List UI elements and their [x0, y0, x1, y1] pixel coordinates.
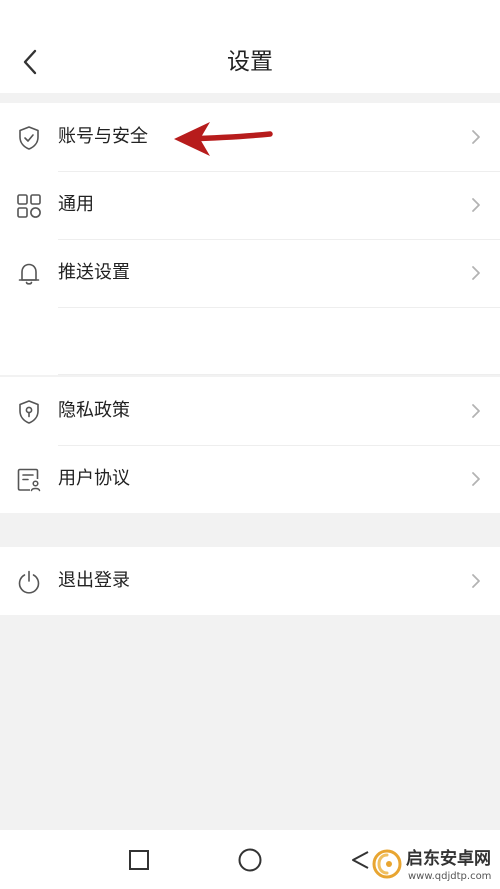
settings-group-logout: 退出登录 — [0, 547, 500, 615]
power-icon — [15, 568, 43, 596]
page-title: 设置 — [227, 49, 273, 75]
settings-item-label: 账号与安全 — [58, 126, 148, 147]
grid-icon — [15, 192, 43, 220]
header-bar: 设置 — [0, 0, 500, 93]
chevron-right-icon — [472, 266, 480, 280]
watermark: 启东安卓网 www.qdjdtp.com — [370, 846, 500, 889]
triangle-back-icon — [352, 851, 369, 869]
settings-item-label: 推送设置 — [58, 262, 130, 283]
bell-icon — [15, 260, 43, 288]
watermark-title: 启东安卓网 — [406, 849, 491, 869]
settings-group-legal: 隐私政策 用户协议 — [0, 377, 500, 513]
chevron-right-icon — [472, 198, 480, 212]
square-icon — [129, 850, 149, 870]
settings-item-user-agreement[interactable]: 用户协议 — [0, 445, 500, 513]
settings-item-label: 用户协议 — [58, 468, 130, 489]
document-user-icon — [15, 466, 43, 494]
circle-icon — [238, 848, 262, 872]
settings-item-label: 退出登录 — [58, 570, 130, 591]
shield-lock-icon — [15, 398, 43, 426]
settings-item-label: 通用 — [58, 194, 94, 215]
watermark-logo-icon — [372, 849, 402, 879]
settings-item-logout[interactable]: 退出登录 — [0, 547, 500, 615]
chevron-right-icon — [472, 404, 480, 418]
chevron-right-icon — [472, 130, 480, 144]
chevron-right-icon — [472, 574, 480, 588]
empty-spacer — [0, 307, 500, 375]
home-button[interactable] — [232, 842, 268, 878]
shield-check-icon — [15, 124, 43, 152]
annotation-arrow-icon — [174, 122, 273, 156]
chevron-right-icon — [472, 472, 480, 486]
watermark-url: www.qdjdtp.com — [408, 871, 492, 882]
settings-item-general[interactable]: 通用 — [0, 171, 500, 239]
settings-item-push[interactable]: 推送设置 — [0, 239, 500, 307]
settings-item-privacy-policy[interactable]: 隐私政策 — [0, 377, 500, 445]
recent-apps-button[interactable] — [121, 842, 157, 878]
settings-item-label: 隐私政策 — [58, 400, 130, 421]
